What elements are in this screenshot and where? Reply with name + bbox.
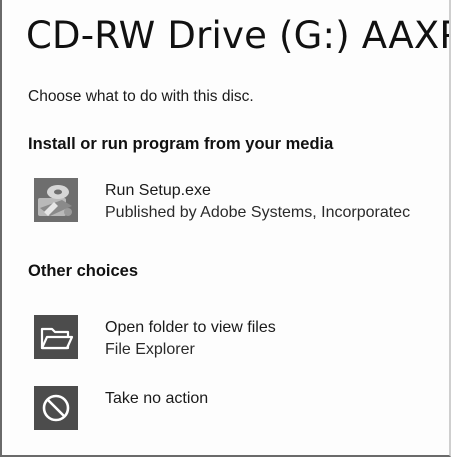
no-action-option[interactable]: Take no action xyxy=(34,386,449,436)
autoplay-panel: CD-RW Drive (G:) AAXPro 1( Choose what t… xyxy=(0,0,451,457)
no-action-icon xyxy=(34,386,78,430)
open-folder-text: Open folder to view files File Explorer xyxy=(105,317,276,361)
run-setup-option[interactable]: Run Setup.exe Published by Adobe Systems… xyxy=(34,178,449,228)
open-folder-label: Open folder to view files xyxy=(105,319,276,336)
drive-title: CD-RW Drive (G:) AAXPro 1( xyxy=(26,14,449,57)
setup-program-icon xyxy=(34,178,78,222)
run-setup-text: Run Setup.exe Published by Adobe Systems… xyxy=(105,180,410,224)
open-folder-option[interactable]: Open folder to view files File Explorer xyxy=(34,315,449,365)
run-setup-publisher: Published by Adobe Systems, Incorporatec xyxy=(105,204,411,221)
run-setup-label: Run Setup.exe xyxy=(105,182,211,199)
folder-icon xyxy=(34,315,78,359)
no-action-label: Take no action xyxy=(105,390,209,407)
open-folder-app: File Explorer xyxy=(105,341,195,358)
section-heading-other: Other choices xyxy=(28,262,139,280)
prompt-text: Choose what to do with this disc. xyxy=(28,88,254,105)
no-action-text: Take no action xyxy=(105,388,208,410)
section-heading-install: Install or run program from your media xyxy=(28,135,334,153)
